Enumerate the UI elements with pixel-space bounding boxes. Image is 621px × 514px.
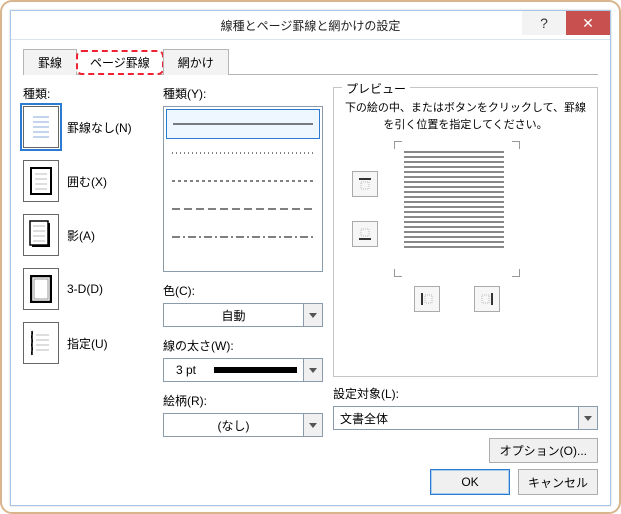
width-select[interactable]: 3 pt bbox=[163, 358, 323, 382]
close-icon: ✕ bbox=[582, 15, 594, 32]
color-value: 自動 bbox=[164, 304, 303, 326]
style-label: 種類(Y): bbox=[163, 85, 323, 102]
help-icon: ? bbox=[540, 15, 548, 31]
art-select[interactable]: (なし) bbox=[163, 413, 323, 437]
line-style-dotted[interactable] bbox=[166, 139, 320, 167]
preview-group: プレビュー 下の絵の中、またはボタンをクリックして、罫線を引く位置を指定してくだ… bbox=[333, 87, 598, 377]
preview-page-icon bbox=[404, 151, 504, 261]
setting-3d[interactable]: 3-D(D) bbox=[23, 268, 153, 310]
ok-button[interactable]: OK bbox=[430, 469, 510, 495]
corner-marker-icon bbox=[394, 269, 402, 277]
width-sample-icon bbox=[214, 367, 297, 373]
border-bottom-button[interactable] bbox=[352, 221, 378, 247]
cancel-button[interactable]: キャンセル bbox=[518, 469, 598, 495]
line-style-dash[interactable] bbox=[166, 195, 320, 223]
setting-none-label: 罫線なし(N) bbox=[67, 119, 132, 136]
borders-shading-dialog: 線種とページ罫線と網かけの設定 ? ✕ 罫線 ページ罫線 網かけ 種類: 罫線な… bbox=[10, 10, 611, 506]
line-style-dashdot[interactable] bbox=[166, 223, 320, 251]
setting-label: 種類: bbox=[23, 85, 153, 102]
color-select[interactable]: 自動 bbox=[163, 303, 323, 327]
corner-marker-icon bbox=[512, 141, 520, 149]
preview-hint: 下の絵の中、またはボタンをクリックして、罫線を引く位置を指定してください。 bbox=[344, 100, 587, 133]
corner-marker-icon bbox=[394, 141, 402, 149]
chevron-down-icon bbox=[578, 407, 597, 429]
help-button[interactable]: ? bbox=[522, 11, 566, 35]
apply-to-value: 文書全体 bbox=[334, 407, 578, 429]
setting-none-icon bbox=[23, 106, 59, 148]
tab-page-border[interactable]: ページ罫線 bbox=[76, 50, 164, 75]
apply-to-select[interactable]: 文書全体 bbox=[333, 406, 598, 430]
tab-shading[interactable]: 網かけ bbox=[163, 49, 229, 75]
width-label: 線の太さ(W): bbox=[163, 337, 323, 354]
setting-3d-icon bbox=[23, 268, 59, 310]
setting-custom-icon bbox=[23, 322, 59, 364]
setting-shadow[interactable]: 影(A) bbox=[23, 214, 153, 256]
setting-shadow-label: 影(A) bbox=[67, 227, 95, 244]
titlebar: 線種とページ罫線と網かけの設定 ? ✕ bbox=[11, 11, 610, 40]
line-style-list[interactable] bbox=[163, 106, 323, 272]
line-style-fine-dash[interactable] bbox=[166, 167, 320, 195]
setting-box-icon bbox=[23, 160, 59, 202]
window-title: 線種とページ罫線と網かけの設定 bbox=[11, 17, 610, 34]
close-button[interactable]: ✕ bbox=[566, 11, 610, 35]
apply-to-label: 設定対象(L): bbox=[333, 385, 598, 402]
chevron-down-icon bbox=[303, 304, 322, 326]
art-label: 絵柄(R): bbox=[163, 392, 323, 409]
border-top-button[interactable] bbox=[352, 171, 378, 197]
preview-canvas[interactable] bbox=[344, 141, 587, 311]
chevron-down-icon bbox=[303, 414, 322, 436]
border-left-button[interactable] bbox=[414, 286, 440, 312]
setting-box-label: 囲む(X) bbox=[67, 173, 107, 190]
border-right-button[interactable] bbox=[474, 286, 500, 312]
line-style-solid[interactable] bbox=[166, 109, 320, 139]
art-value: (なし) bbox=[164, 414, 303, 436]
width-value: 3 pt bbox=[164, 363, 208, 377]
tab-borders[interactable]: 罫線 bbox=[23, 49, 77, 75]
setting-box[interactable]: 囲む(X) bbox=[23, 160, 153, 202]
corner-marker-icon bbox=[512, 269, 520, 277]
tab-strip: 罫線 ページ罫線 網かけ bbox=[23, 48, 598, 75]
chevron-down-icon bbox=[303, 359, 322, 381]
preview-legend: プレビュー bbox=[342, 80, 410, 97]
setting-custom-label: 指定(U) bbox=[67, 335, 108, 352]
setting-custom[interactable]: 指定(U) bbox=[23, 322, 153, 364]
setting-none[interactable]: 罫線なし(N) bbox=[23, 106, 153, 148]
options-button[interactable]: オプション(O)... bbox=[489, 438, 598, 463]
color-label: 色(C): bbox=[163, 282, 323, 299]
setting-shadow-icon bbox=[23, 214, 59, 256]
setting-3d-label: 3-D(D) bbox=[67, 282, 103, 296]
